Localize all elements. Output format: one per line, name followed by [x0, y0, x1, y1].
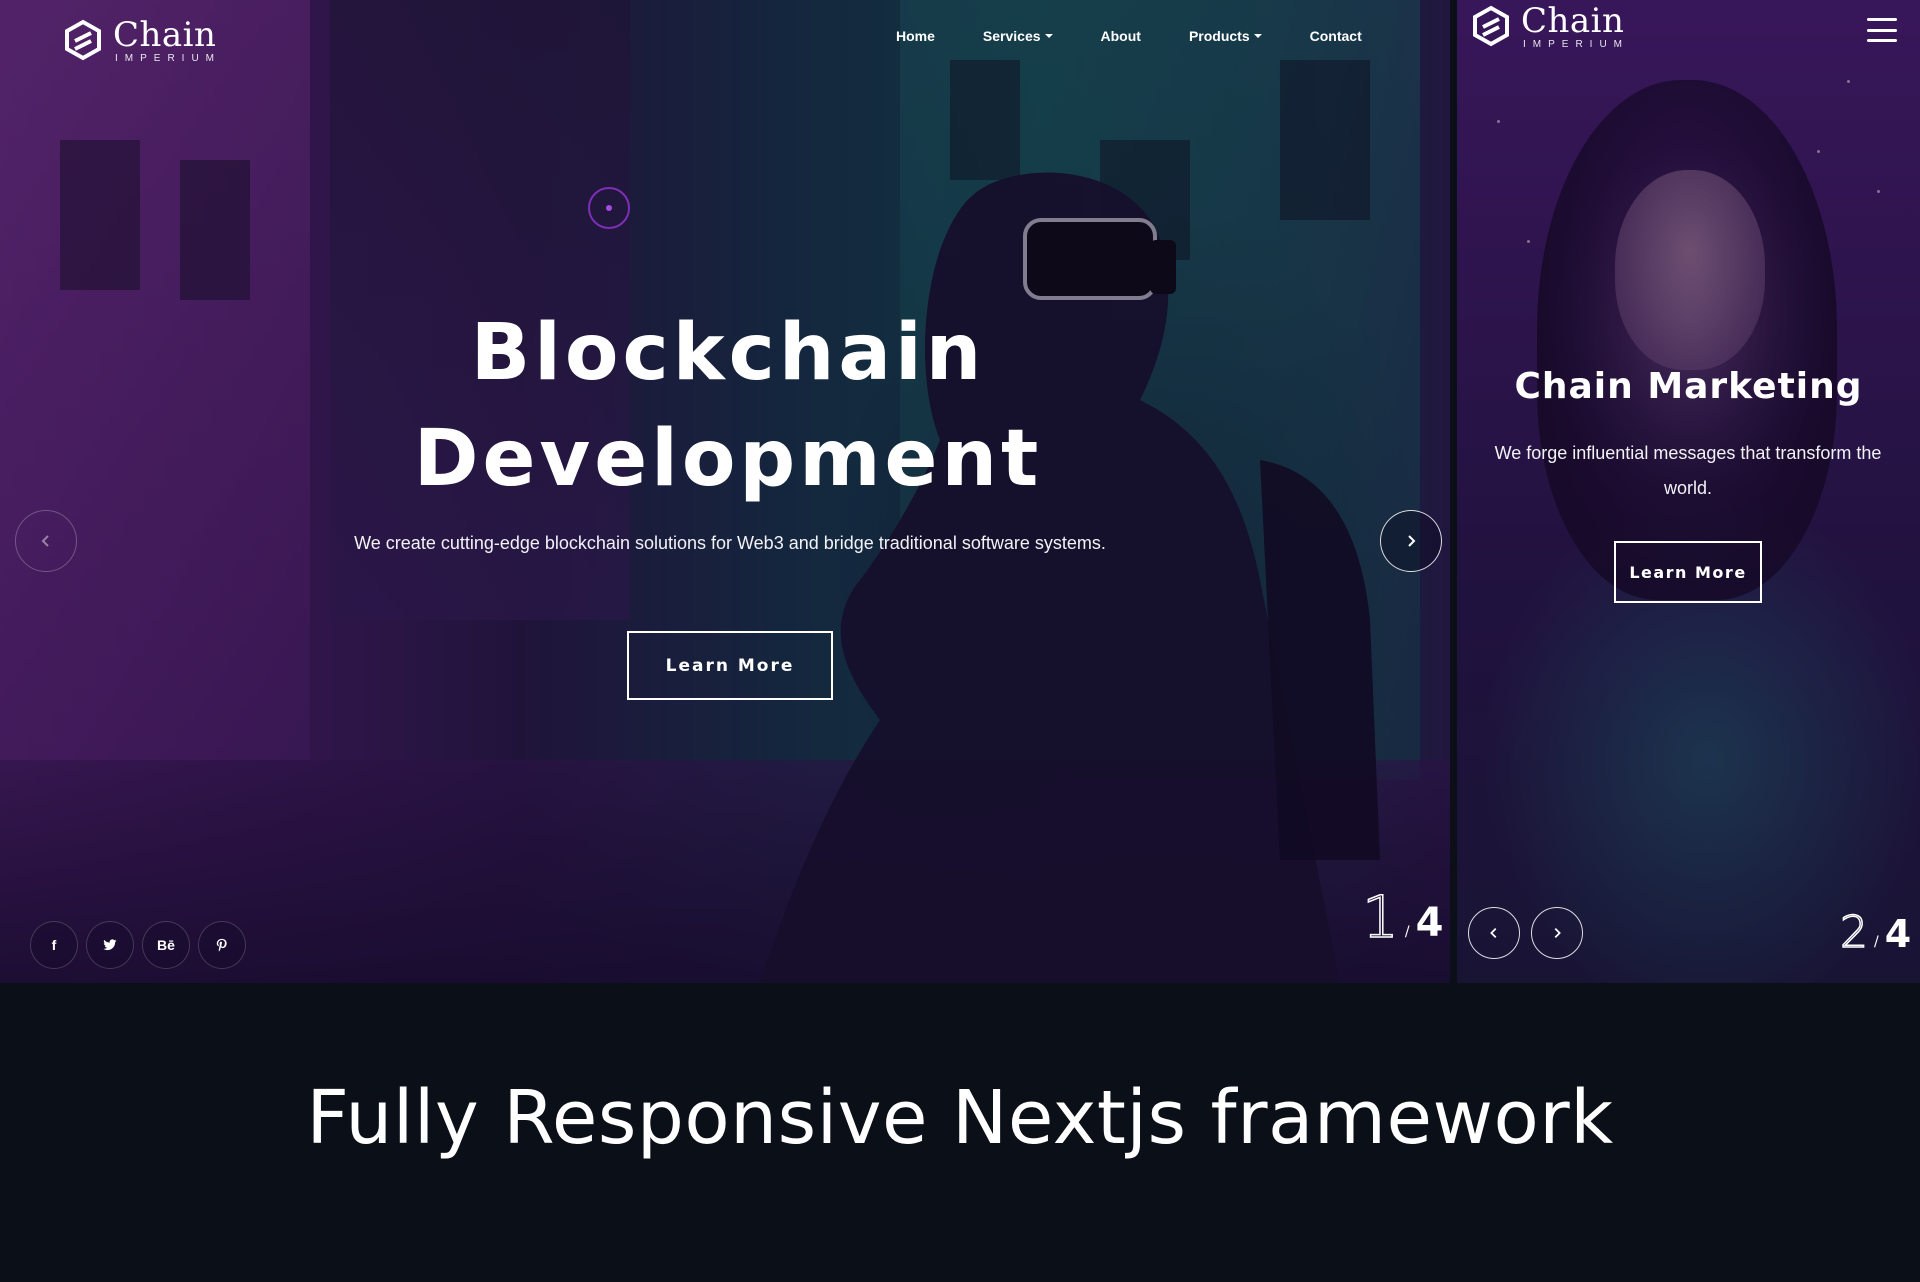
- chain-logo-icon: [65, 19, 101, 61]
- behance-icon: Bē: [157, 937, 175, 953]
- mobile-slide-description: We forge influential messages that trans…: [1494, 443, 1882, 498]
- mobile-logo[interactable]: Chain IMPERIUM: [1469, 4, 1629, 50]
- slide-counter-separator: /: [1874, 934, 1879, 950]
- chevron-left-icon: [41, 535, 49, 547]
- mobile-learn-more-button[interactable]: Learn More: [1614, 541, 1762, 603]
- slide-counter-separator: /: [1404, 924, 1410, 940]
- mobile-slide-counter: 2 / 4: [1839, 907, 1912, 958]
- main-nav: Home Services About Products Contact: [896, 28, 1410, 44]
- logo[interactable]: Chain IMPERIUM: [61, 18, 221, 64]
- pinterest-icon: [216, 938, 227, 952]
- menu-toggle-button[interactable]: [1867, 18, 1897, 42]
- nav-item-label: Contact: [1309, 28, 1362, 44]
- behance-link[interactable]: Bē: [142, 921, 190, 969]
- mobile-slider-next-button[interactable]: [1531, 907, 1583, 959]
- hamburger-line: [1867, 18, 1897, 21]
- nav-item-label: About: [1100, 28, 1141, 44]
- chevron-right-icon: [1408, 535, 1416, 547]
- nav-item-label: Home: [896, 28, 935, 44]
- logo-name: Chain: [1521, 1, 1625, 41]
- nav-item-products[interactable]: Products: [1189, 28, 1262, 44]
- desktop-hero-slider: Chain IMPERIUM Home Services About Produ…: [0, 0, 1450, 983]
- slide-counter-total: 4: [1884, 912, 1912, 956]
- nav-item-home[interactable]: Home: [896, 28, 935, 44]
- chevron-right-icon: [1554, 928, 1561, 938]
- slide-counter-total: 4: [1415, 900, 1444, 946]
- chevron-left-icon: [1490, 928, 1497, 938]
- hamburger-line: [1867, 28, 1897, 32]
- nav-item-label: Products: [1188, 28, 1250, 44]
- mobile-slider-prev-button[interactable]: [1468, 907, 1520, 959]
- twitter-icon: [103, 939, 117, 951]
- nav-item-contact[interactable]: Contact: [1310, 28, 1362, 44]
- hero-title-line1: Blockchain: [470, 308, 986, 398]
- facebook-icon: f: [51, 937, 57, 953]
- twitter-link[interactable]: [86, 921, 134, 969]
- nav-item-label: Services: [982, 28, 1041, 44]
- slider-prev-button[interactable]: [15, 510, 77, 572]
- nav-item-services[interactable]: Services: [983, 28, 1053, 44]
- logo-subtitle: IMPERIUM: [1523, 39, 1629, 50]
- hero-title-line2: Development: [413, 414, 1043, 504]
- logo-name: Chain: [113, 15, 217, 55]
- facebook-link[interactable]: f: [30, 921, 78, 969]
- hero-description: We create cutting-edge blockchain soluti…: [354, 533, 1106, 553]
- mobile-slide-title: Chain Marketing: [1514, 366, 1863, 407]
- slide-counter-current: 1: [1361, 883, 1399, 951]
- slider-next-button[interactable]: [1380, 510, 1442, 572]
- slide-counter-current: 2: [1839, 907, 1869, 958]
- pinterest-link[interactable]: [198, 921, 246, 969]
- hamburger-line: [1867, 39, 1897, 42]
- logo-subtitle: IMPERIUM: [115, 53, 221, 64]
- chain-logo-icon: [1473, 5, 1509, 47]
- responsive-framework-heading: Fully Responsive Nextjs framework: [306, 1075, 1614, 1161]
- chevron-down-icon: [1253, 34, 1262, 38]
- learn-more-button[interactable]: Learn More: [627, 631, 833, 700]
- hero-title: Blockchain Development: [228, 300, 1228, 512]
- cursor-dot-ring: [588, 187, 630, 229]
- slide-counter: 1 / 4: [1361, 883, 1444, 951]
- chevron-down-icon: [1044, 34, 1053, 38]
- nav-item-about[interactable]: About: [1101, 28, 1141, 44]
- social-links: f Bē: [30, 921, 246, 969]
- mobile-hero-preview: Chain IMPERIUM Chain Marketing We forge …: [1457, 0, 1920, 983]
